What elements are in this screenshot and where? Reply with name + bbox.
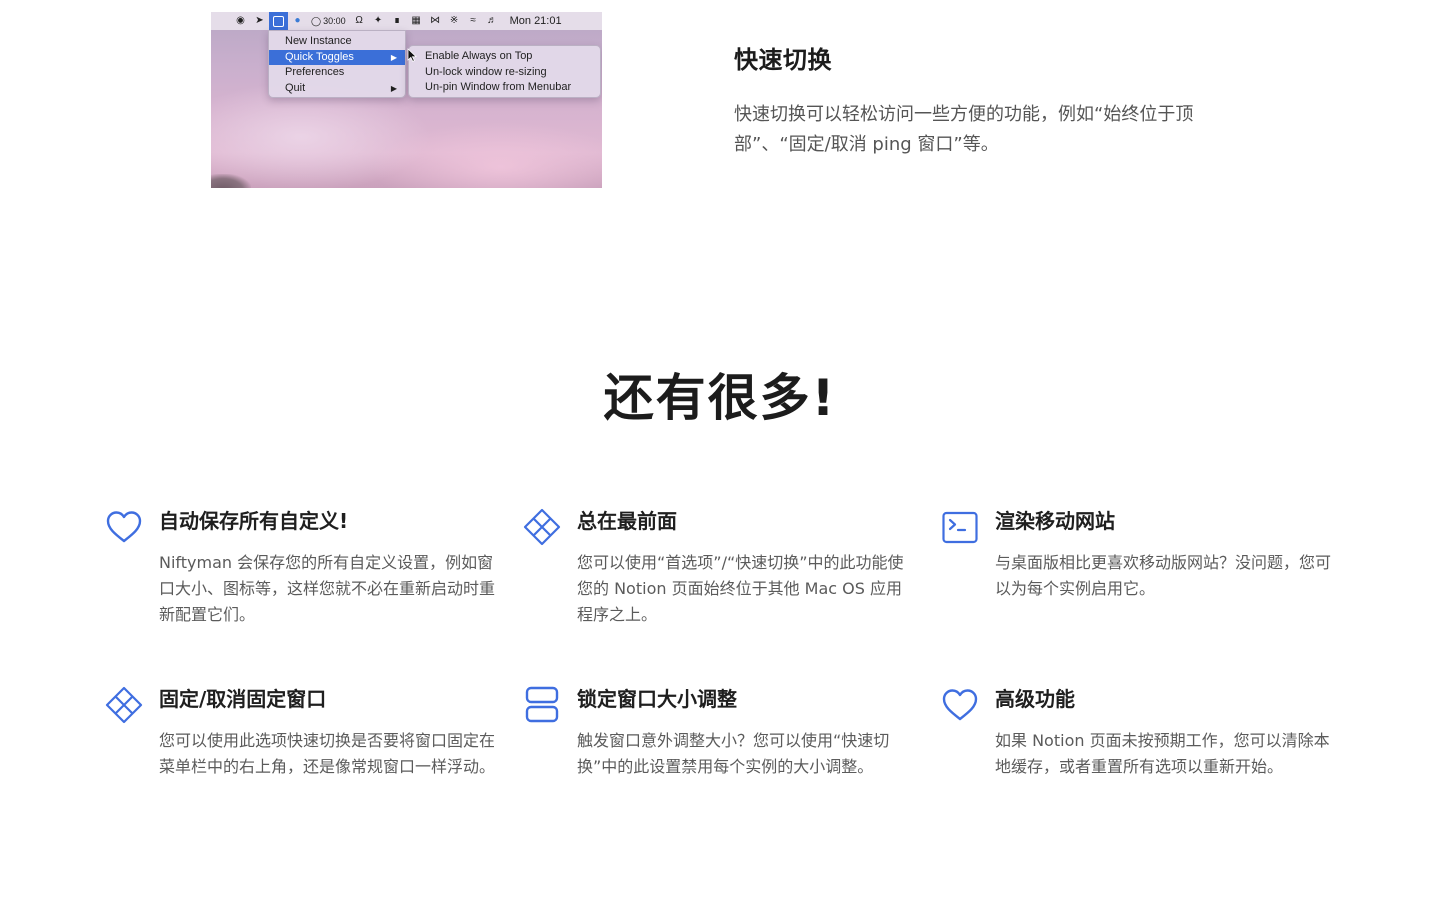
whale-icon: ● — [294, 15, 301, 26]
quick-toggle-title: 快速切换 — [734, 46, 832, 74]
feature-description: 您可以使用“首选项”/“快速切换”中的此功能使您的 Notion 页面始终位于其… — [577, 553, 904, 624]
timer-icon: ◯ — [311, 15, 322, 26]
menubar-clock: Mon 21:01 — [509, 15, 562, 27]
mouse-cursor-icon — [407, 48, 417, 62]
submenu-item-label: Enable Always on Top — [425, 50, 533, 62]
wallpaper-rock — [211, 174, 251, 188]
menu-item-label: Quit — [285, 81, 306, 94]
quick-toggles-screenshot: ◉ ➤ ● ◯ 30:00 Ω ✦ ∎ ▦ ⋈ ※ ≈ ♬ Mon 21:01 … — [211, 12, 602, 188]
feature-title: 总在最前面 — [577, 509, 677, 533]
bluetooth-icon: ※ — [449, 15, 459, 26]
menu-item-new-instance[interactable]: New Instance — [269, 34, 405, 50]
submenu-arrow-icon: ▶ — [390, 52, 397, 62]
submenu-item-always-on-top[interactable]: Enable Always on Top — [409, 49, 600, 65]
timer-value: 30:00 — [323, 16, 346, 26]
menu-item-label: Preferences — [285, 66, 345, 78]
timer-display: ◯ 30:00 — [307, 16, 350, 27]
quick-toggle-description: 快速切换可以轻松访问一些方便的功能，例如“始终位于顶部”、“固定/取消 ping… — [734, 104, 1194, 155]
app-icon[interactable] — [269, 12, 288, 30]
diamond-grid-icon — [105, 686, 143, 724]
more-features-heading: 还有很多! — [603, 369, 837, 427]
app-dropdown-menu: New Instance Quick Toggles ▶ Preferences … — [268, 30, 406, 98]
heart-icon — [942, 689, 978, 721]
menu-item-label: Quick Toggles — [285, 50, 354, 63]
submenu-item-label: Un-lock window re-sizing — [425, 65, 547, 78]
menu-item-preferences[interactable]: Preferences — [269, 65, 405, 81]
headphones-icon: Ω — [355, 15, 363, 26]
submenu-item-unpin-window[interactable]: Un-pin Window from Menubar — [409, 80, 600, 96]
submenu-item-unlock-resizing[interactable]: Un-lock window re-sizing — [409, 65, 600, 81]
heart-icon — [106, 511, 142, 543]
menu-item-label: New Instance — [285, 35, 352, 47]
submenu-item-label: Un-pin Window from Menubar — [425, 81, 572, 93]
feature-description: 与桌面版相比更喜欢移动版网站？没问题，您可以为每个实例启用它。 — [995, 553, 1332, 598]
feature-title: 自动保存所有自定义! — [159, 509, 349, 533]
globe-icon: ◉ — [236, 15, 245, 26]
calendar-icon: ▦ — [411, 15, 421, 26]
airpods-icon: ∎ — [393, 15, 401, 26]
bowtie-icon: ⋈ — [430, 15, 441, 26]
magic-wand-icon: ✦ — [373, 15, 383, 26]
feature-title: 固定/取消固定窗口 — [159, 687, 327, 711]
menu-item-quit[interactable]: Quit ▶ — [269, 81, 405, 97]
stacked-rows-icon — [525, 686, 559, 723]
feature-title: 渲染移动网站 — [995, 509, 1115, 533]
rocket-icon: ➤ — [255, 15, 264, 26]
feature-description: 触发窗口意外调整大小？您可以使用“快速切换”中的此设置禁用每个实例的大小调整。 — [577, 731, 890, 776]
mac-menubar: ◉ ➤ ● ◯ 30:00 Ω ✦ ∎ ▦ ⋈ ※ ≈ ♬ Mon 21:01 — [211, 12, 602, 30]
submenu-arrow-icon: ▶ — [390, 83, 397, 93]
feature-description: Niftyman 会保存您的所有自定义设置，例如窗口大小、图标等，这样您就不必在… — [159, 553, 496, 624]
menu-item-quick-toggles[interactable]: Quick Toggles ▶ — [269, 49, 405, 65]
feature-description: 您可以使用此选项快速切换是否要将窗口固定在菜单栏中的右上角，还是像常规窗口一样浮… — [159, 731, 496, 776]
quick-toggles-submenu: Enable Always on Top Un-lock window re-s… — [408, 45, 601, 98]
feature-description: 如果 Notion 页面未按预期工作，您可以清除本地缓存，或者重置所有选项以重新… — [995, 731, 1330, 776]
feature-title: 高级功能 — [995, 687, 1075, 711]
volume-icon: ♬ — [487, 15, 498, 26]
terminal-icon — [942, 511, 978, 544]
feature-title: 锁定窗口大小调整 — [577, 687, 737, 711]
wifi-icon: ≈ — [470, 15, 476, 26]
diamond-grid-icon — [523, 508, 561, 546]
